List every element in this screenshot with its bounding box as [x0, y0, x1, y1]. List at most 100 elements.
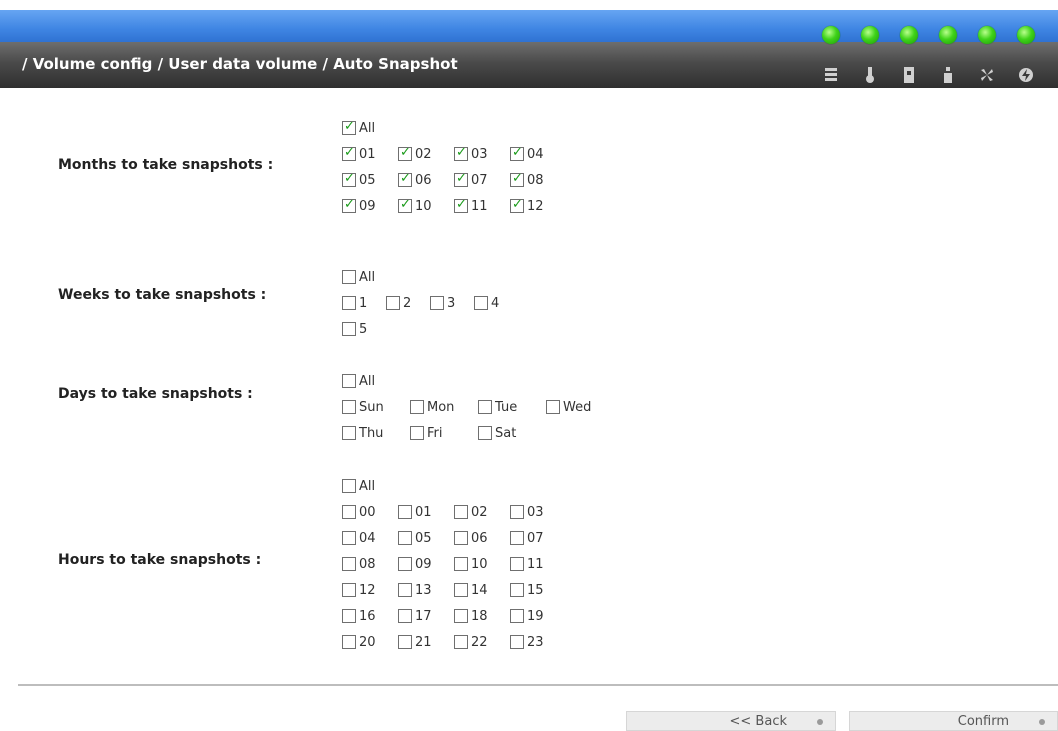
- days-option[interactable]: Sun: [342, 400, 404, 415]
- days-all-checkbox[interactable]: [342, 374, 356, 388]
- days-checkbox[interactable]: [478, 426, 492, 440]
- hours-option[interactable]: 04: [342, 531, 392, 546]
- hours-option[interactable]: 02: [454, 505, 504, 520]
- hours-checkbox[interactable]: [454, 557, 468, 571]
- weeks-all-option[interactable]: All: [342, 270, 402, 285]
- days-option[interactable]: Tue: [478, 400, 540, 415]
- hours-option[interactable]: 20: [342, 635, 392, 650]
- weeks-option[interactable]: 2: [386, 296, 424, 311]
- months-checkbox[interactable]: [398, 145, 412, 161]
- months-checkbox[interactable]: [398, 197, 412, 213]
- ups-icon[interactable]: [938, 66, 958, 86]
- days-checkbox[interactable]: [342, 426, 356, 440]
- hours-option[interactable]: 15: [510, 583, 560, 598]
- months-checkbox[interactable]: [342, 197, 356, 213]
- days-option[interactable]: Mon: [410, 400, 472, 415]
- hours-checkbox[interactable]: [398, 505, 412, 519]
- days-option[interactable]: Fri: [410, 426, 472, 441]
- months-option[interactable]: 02: [398, 145, 448, 162]
- months-option[interactable]: 01: [342, 145, 392, 162]
- fan-icon[interactable]: [977, 66, 997, 86]
- hours-checkbox[interactable]: [342, 635, 356, 649]
- hours-option[interactable]: 07: [510, 531, 560, 546]
- hours-checkbox[interactable]: [342, 505, 356, 519]
- days-option[interactable]: Thu: [342, 426, 404, 441]
- hours-checkbox[interactable]: [510, 609, 524, 623]
- hours-checkbox[interactable]: [342, 609, 356, 623]
- hours-checkbox[interactable]: [398, 531, 412, 545]
- months-option[interactable]: 06: [398, 171, 448, 188]
- months-checkbox[interactable]: [454, 197, 468, 213]
- days-option[interactable]: Sat: [478, 426, 540, 441]
- hours-option[interactable]: 06: [454, 531, 504, 546]
- days-option[interactable]: Wed: [546, 400, 608, 415]
- months-checkbox[interactable]: [454, 171, 468, 187]
- hours-checkbox[interactable]: [510, 531, 524, 545]
- hours-option[interactable]: 05: [398, 531, 448, 546]
- hours-option[interactable]: 00: [342, 505, 392, 520]
- hours-option[interactable]: 12: [342, 583, 392, 598]
- weeks-checkbox[interactable]: [474, 296, 488, 310]
- hours-checkbox[interactable]: [510, 583, 524, 597]
- hours-option[interactable]: 11: [510, 557, 560, 572]
- hours-option[interactable]: 14: [454, 583, 504, 598]
- months-option[interactable]: 03: [454, 145, 504, 162]
- hours-option[interactable]: 21: [398, 635, 448, 650]
- hours-checkbox[interactable]: [454, 635, 468, 649]
- power-supply-icon[interactable]: [899, 66, 919, 86]
- hours-option[interactable]: 16: [342, 609, 392, 624]
- hours-checkbox[interactable]: [454, 609, 468, 623]
- months-option[interactable]: 07: [454, 171, 504, 188]
- hours-checkbox[interactable]: [398, 583, 412, 597]
- months-option[interactable]: 10: [398, 197, 448, 214]
- hours-checkbox[interactable]: [454, 531, 468, 545]
- temperature-icon[interactable]: [860, 66, 880, 86]
- weeks-checkbox[interactable]: [386, 296, 400, 310]
- confirm-button[interactable]: Confirm: [849, 711, 1058, 731]
- hours-all-option[interactable]: All: [342, 479, 402, 494]
- hours-option[interactable]: 13: [398, 583, 448, 598]
- months-checkbox[interactable]: [398, 171, 412, 187]
- hours-checkbox[interactable]: [398, 557, 412, 571]
- hours-option[interactable]: 17: [398, 609, 448, 624]
- weeks-option[interactable]: 5: [342, 322, 380, 337]
- months-checkbox[interactable]: [510, 197, 524, 213]
- weeks-checkbox[interactable]: [430, 296, 444, 310]
- weeks-option[interactable]: 4: [474, 296, 512, 311]
- weeks-checkbox[interactable]: [342, 296, 356, 310]
- months-all-option[interactable]: All: [342, 119, 402, 136]
- days-checkbox[interactable]: [546, 400, 560, 414]
- hours-checkbox[interactable]: [342, 583, 356, 597]
- months-option[interactable]: 12: [510, 197, 560, 214]
- days-checkbox[interactable]: [410, 400, 424, 414]
- months-option[interactable]: 09: [342, 197, 392, 214]
- hours-option[interactable]: 09: [398, 557, 448, 572]
- voltage-icon[interactable]: [1016, 66, 1036, 86]
- hours-checkbox[interactable]: [510, 635, 524, 649]
- hours-option[interactable]: 08: [342, 557, 392, 572]
- hours-checkbox[interactable]: [342, 557, 356, 571]
- hours-checkbox[interactable]: [510, 505, 524, 519]
- hours-option[interactable]: 19: [510, 609, 560, 624]
- hours-checkbox[interactable]: [454, 505, 468, 519]
- weeks-option[interactable]: 3: [430, 296, 468, 311]
- months-option[interactable]: 04: [510, 145, 560, 162]
- hours-checkbox[interactable]: [510, 557, 524, 571]
- weeks-option[interactable]: 1: [342, 296, 380, 311]
- hours-checkbox[interactable]: [398, 609, 412, 623]
- hours-checkbox[interactable]: [454, 583, 468, 597]
- hours-option[interactable]: 23: [510, 635, 560, 650]
- weeks-all-checkbox[interactable]: [342, 270, 356, 284]
- hours-option[interactable]: 10: [454, 557, 504, 572]
- disk-icon[interactable]: [821, 66, 841, 86]
- months-option[interactable]: 05: [342, 171, 392, 188]
- hours-checkbox[interactable]: [398, 635, 412, 649]
- months-checkbox[interactable]: [454, 145, 468, 161]
- weeks-checkbox[interactable]: [342, 322, 356, 336]
- months-checkbox[interactable]: [342, 145, 356, 161]
- days-all-option[interactable]: All: [342, 374, 402, 389]
- months-checkbox[interactable]: [510, 145, 524, 161]
- days-checkbox[interactable]: [478, 400, 492, 414]
- months-checkbox[interactable]: [510, 171, 524, 187]
- months-checkbox[interactable]: [342, 171, 356, 187]
